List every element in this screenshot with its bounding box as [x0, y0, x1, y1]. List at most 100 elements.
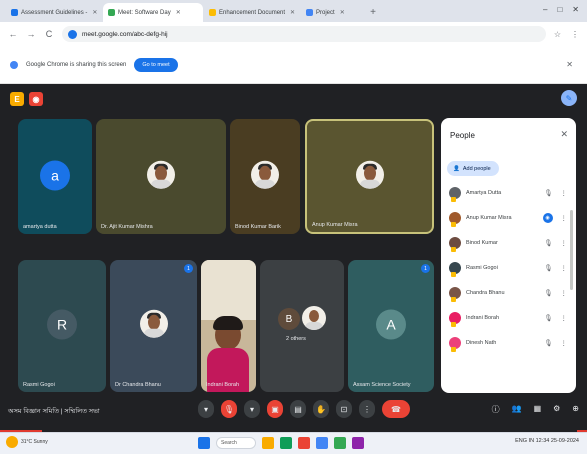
mail-icon[interactable] — [334, 437, 346, 449]
meeting-name: অসম বিজ্ঞান সমিতি | সম্মিলিত সভা — [8, 408, 100, 415]
participant-name: Indrani Borah — [206, 382, 240, 388]
record-extension-icon[interactable]: ◉ — [29, 92, 43, 106]
edge-icon[interactable] — [280, 437, 292, 449]
url-field[interactable]: meet.google.com/abc-defg-hij — [62, 26, 546, 42]
go-to-meet-button[interactable]: Go to meet — [134, 57, 178, 72]
tab-1[interactable]: Assessment Guidelines - ✕ — [6, 3, 102, 22]
participant-tile-active-speaker[interactable]: Anup Kumar Misra — [305, 119, 434, 234]
activities-icon[interactable]: ⚙ — [553, 404, 560, 415]
participant-tile[interactable]: 1 A Assam Science Society — [348, 260, 434, 392]
hang-up-button[interactable]: ☎ — [382, 400, 410, 418]
infobar-close-icon[interactable]: ✕ — [566, 60, 573, 69]
participant-row[interactable]: Dinesh Nath 🎙 ⋮ — [449, 330, 567, 355]
site-info-icon[interactable] — [68, 29, 77, 39]
close-window-button[interactable]: ✕ — [572, 5, 579, 14]
call-controls: ▾ 🎙 ▾ ▣ ▤ ✋ ⊡ ⋮ ☎ — [198, 400, 410, 418]
files-icon[interactable] — [262, 437, 274, 449]
more-options-icon[interactable]: ⋮ — [561, 314, 568, 322]
captions-button[interactable]: ▤ — [290, 400, 306, 418]
meeting-control-bar: অসম বিজ্ঞান সমিতি | সম্মিলিত সভা ▾ 🎙 ▾ ▣… — [0, 392, 587, 432]
participant-list-avatar — [449, 211, 461, 227]
taskbar-search[interactable]: Search — [216, 437, 256, 449]
mic-icon[interactable]: 🎙 — [544, 189, 552, 197]
participant-tile-camera[interactable]: Indrani Borah — [201, 260, 256, 392]
tab-close-icon[interactable]: ✕ — [92, 9, 97, 16]
tab-close-icon[interactable]: ✕ — [290, 9, 295, 16]
more-options-button[interactable]: ⋮ — [359, 400, 375, 418]
new-tab-button[interactable]: + — [366, 5, 380, 19]
mic-options-button[interactable]: ▾ — [198, 400, 214, 418]
more-options-icon[interactable]: ⋮ — [561, 239, 568, 247]
people-scrollbar[interactable] — [570, 210, 573, 290]
extension-e-icon[interactable]: E — [10, 92, 24, 106]
more-options-icon[interactable]: ⋮ — [561, 339, 568, 347]
mic-icon[interactable]: 🎙 — [544, 339, 552, 347]
app-icon[interactable] — [352, 437, 364, 449]
participant-tile[interactable]: Dr. Ajit Kumar Mishra — [96, 119, 226, 234]
participant-tile-group[interactable]: B 2 others — [260, 260, 344, 392]
back-button[interactable]: ← — [8, 29, 18, 39]
pin-badge-icon[interactable]: 1 — [421, 264, 430, 273]
mic-icon[interactable]: 🎙 — [544, 314, 552, 322]
forward-button[interactable]: → — [26, 29, 36, 39]
more-options-icon[interactable]: ⋮ — [561, 289, 568, 297]
participant-row[interactable]: Rasmi Gogoi 🎙 ⋮ — [449, 255, 567, 280]
people-panel-close-icon[interactable]: ✕ — [560, 129, 568, 140]
mic-icon[interactable]: 🎙 — [544, 239, 552, 247]
window-controls: – □ ✕ — [543, 5, 579, 14]
tab-close-icon[interactable]: ✕ — [176, 9, 181, 16]
tab-favicon-icon — [209, 9, 216, 16]
participant-tile[interactable]: a amartya dutta — [18, 119, 92, 234]
camera-off-button[interactable]: ▣ — [267, 400, 283, 418]
tab-close-icon[interactable]: ✕ — [340, 9, 345, 16]
participant-row[interactable]: Amartya Dutta 🎙 ⋮ — [449, 180, 567, 205]
pin-badge-icon[interactable]: 1 — [184, 264, 193, 273]
sharing-icon — [10, 60, 18, 69]
tab-3[interactable]: Enhancement Document ✕ — [204, 3, 300, 22]
side-controls: ⓘ 👥 ▦ ⚙ ⊕ — [492, 404, 579, 415]
mic-icon[interactable]: 🎙 — [544, 264, 552, 272]
participant-name: Binod Kumar Barik — [235, 224, 281, 230]
chat-icon[interactable]: ▦ — [534, 404, 542, 415]
participant-row[interactable]: Binod Kumar 🎙 ⋮ — [449, 230, 567, 255]
system-tray[interactable]: ENG IN 12:34 25-09-2024 — [515, 438, 579, 444]
participant-tile[interactable]: 1 Dr Chandra Bhanu — [110, 260, 197, 392]
camera-options-button[interactable]: ▾ — [244, 400, 260, 418]
more-options-icon[interactable]: ⋮ — [561, 264, 568, 272]
tab-2[interactable]: Meet: Software Day ✕ — [103, 3, 203, 22]
bookmark-star-icon[interactable]: ☆ — [554, 30, 561, 39]
store-icon[interactable] — [316, 437, 328, 449]
participant-row[interactable]: Indrani Borah 🎙 ⋮ — [449, 305, 567, 330]
more-options-icon[interactable]: ⋮ — [561, 189, 568, 197]
maximize-button[interactable]: □ — [557, 5, 562, 14]
participant-tile[interactable]: R Rasmi Gogoi — [18, 260, 106, 392]
weather-widget[interactable]: 31°C Sunny — [6, 436, 48, 448]
meeting-info-icon[interactable]: ⓘ — [492, 404, 500, 415]
add-people-button[interactable]: 👤 Add people — [447, 161, 499, 176]
raise-hand-button[interactable]: ✋ — [313, 400, 329, 418]
participant-row[interactable]: Anup Kumar Misra ◉ ⋮ — [449, 205, 567, 230]
mic-icon[interactable]: 🎙 — [544, 289, 552, 297]
participant-photo — [302, 306, 326, 330]
sharing-infobar: Google Chrome is sharing this screen Go … — [0, 46, 587, 84]
sun-icon — [6, 436, 18, 448]
minimize-button[interactable]: – — [543, 5, 547, 14]
edit-icon[interactable]: ✎ — [561, 90, 577, 106]
chrome-icon[interactable] — [298, 437, 310, 449]
mic-off-button[interactable]: 🎙 — [221, 400, 237, 418]
tab-4[interactable]: Project ✕ — [301, 3, 361, 22]
tab-strip: Assessment Guidelines - ✕ Meet: Software… — [0, 0, 587, 22]
address-bar-actions: ☆ ⋮ — [554, 30, 579, 39]
browser-menu-icon[interactable]: ⋮ — [571, 30, 579, 39]
people-icon[interactable]: 👥 — [512, 404, 522, 415]
reload-button[interactable]: C — [44, 29, 54, 39]
participant-tile[interactable]: Binod Kumar Barik — [230, 119, 300, 234]
more-options-icon[interactable]: ⋮ — [561, 214, 568, 222]
participant-row[interactable]: Chandra Bhanu 🎙 ⋮ — [449, 280, 567, 305]
start-icon[interactable] — [198, 437, 210, 449]
participant-list-avatar — [449, 311, 461, 327]
screen: Assessment Guidelines - ✕ Meet: Software… — [0, 0, 587, 454]
host-controls-icon[interactable]: ⊕ — [572, 404, 579, 415]
present-button[interactable]: ⊡ — [336, 400, 352, 418]
participant-photo — [139, 309, 168, 338]
